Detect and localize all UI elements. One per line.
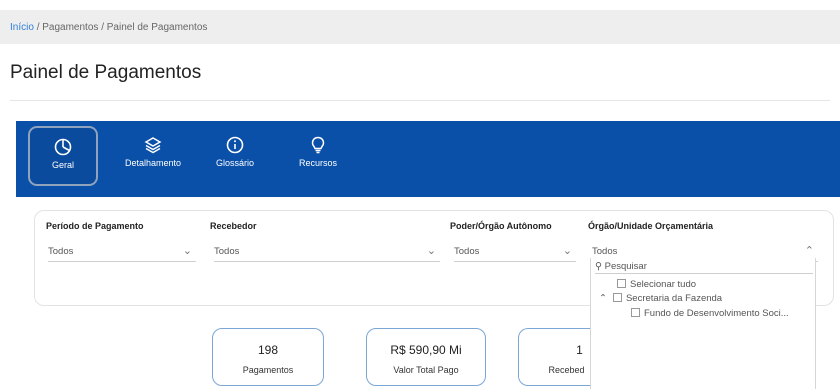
kpi-value: R$ 590,90 Mi (390, 343, 462, 357)
recebedor-dropdown-value: Todos (214, 246, 240, 257)
nav-label-glossario: Glossário (215, 158, 254, 168)
search-underline (595, 273, 813, 274)
nav-button-geral[interactable]: Geral (28, 126, 98, 186)
kpi-caption: Valor Total Pago (393, 365, 459, 375)
periodo-dropdown[interactable]: Todos ⌄ (48, 242, 196, 262)
child-option-fundo[interactable]: Fundo de Desenvolvimento Soci... (631, 308, 789, 319)
orgao-dropdown-value: Todos (592, 246, 618, 257)
filter-label-poder: Poder/Órgão Autônomo (450, 221, 552, 231)
chevron-up-icon: ⌃ (804, 245, 814, 257)
filter-label-recebedor: Recebedor (210, 221, 257, 231)
recebedor-dropdown[interactable]: Todos ⌄ (214, 242, 440, 262)
select-all-option[interactable]: Selecionar tudo (617, 279, 696, 290)
search-icon: ⚲ (595, 261, 602, 272)
orgao-dropdown-list: ⚲ Pesquisar Selecionar tudo ⌃ Secretaria … (590, 258, 816, 389)
nav-button-glossario[interactable]: Glossário (200, 126, 270, 186)
breadcrumb-home-link[interactable]: Início (10, 22, 34, 33)
kpi-card-recebedores: 1 Recebed (518, 328, 590, 386)
page-title: Painel de Pagamentos (10, 62, 202, 83)
breadcrumb-current: Painel de Pagamentos (106, 22, 208, 33)
layers-icon (144, 137, 162, 154)
nav-label-detalhamento: Detalhamento (124, 158, 182, 168)
kpi-caption: Recebed (548, 365, 585, 375)
poder-dropdown[interactable]: Todos ⌄ (454, 242, 576, 262)
kpi-value: 1 (576, 343, 583, 357)
group-option-secretaria[interactable]: ⌃ Secretaria da Fazenda (599, 293, 722, 304)
nav-label-recursos: Recursos (298, 158, 337, 168)
select-all-label: Selecionar tudo (630, 279, 697, 290)
filter-label-orgao: Órgão/Unidade Orçamentária (588, 221, 714, 231)
group-option-label: Secretaria da Fazenda (625, 293, 723, 304)
pie-chart-icon (54, 138, 72, 156)
kpi-caption: Pagamentos (242, 365, 294, 375)
child-option-label: Fundo de Desenvolvimento Soci... (644, 308, 789, 319)
title-divider (10, 100, 830, 101)
lightbulb-icon (311, 136, 325, 154)
dropdown-search[interactable]: ⚲ Pesquisar (595, 261, 647, 272)
chevron-up-icon[interactable]: ⌃ (599, 293, 607, 304)
periodo-dropdown-value: Todos (48, 246, 74, 257)
child-checkbox[interactable] (631, 308, 640, 317)
group-checkbox[interactable] (612, 293, 622, 302)
breadcrumb: Início / Pagamentos / Painel de Pagament… (0, 10, 840, 44)
kpi-card-pagamentos: 198 Pagamentos (212, 328, 324, 386)
dropdown-search-placeholder: Pesquisar (604, 261, 647, 272)
kpi-value: 198 (257, 343, 279, 357)
breadcrumb-item-pagamentos[interactable]: Pagamentos (42, 22, 98, 33)
kpi-card-valor-total: R$ 590,90 Mi Valor Total Pago (366, 328, 486, 386)
filter-label-periodo: Período de Pagamento (46, 221, 144, 231)
nav-label-geral: Geral (51, 160, 74, 170)
breadcrumb-separator: / (101, 22, 104, 33)
nav-button-recursos[interactable]: Recursos (283, 126, 353, 186)
poder-dropdown-value: Todos (454, 246, 480, 257)
breadcrumb-separator: / (36, 22, 40, 33)
chevron-down-icon: ⌄ (562, 245, 572, 257)
select-all-checkbox[interactable] (617, 279, 626, 288)
chevron-down-icon: ⌄ (426, 245, 436, 257)
nav-button-detalhamento[interactable]: Detalhamento (118, 126, 188, 186)
chevron-down-icon: ⌄ (182, 245, 192, 257)
info-icon (226, 136, 244, 154)
